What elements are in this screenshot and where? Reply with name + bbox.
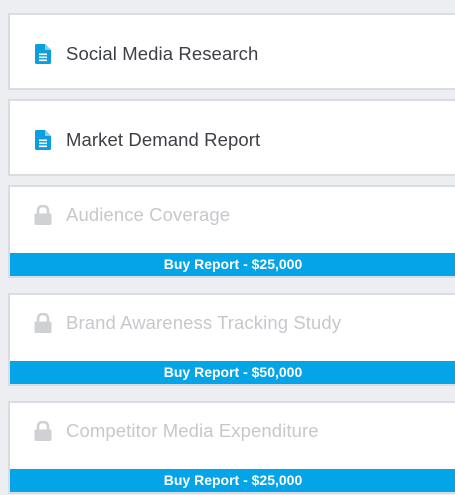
document-icon bbox=[34, 129, 52, 151]
lock-icon bbox=[34, 204, 52, 226]
buy-report-button[interactable]: Buy Report - $25,000 bbox=[10, 469, 455, 492]
report-title: Brand Awareness Tracking Study bbox=[66, 311, 342, 333]
report-title: Audience Coverage bbox=[66, 203, 231, 225]
buy-report-button[interactable]: Buy Report - $50,000 bbox=[10, 361, 455, 384]
report-card-competitor-media-expenditure: Competitor Media Expenditure Buy Report … bbox=[8, 401, 455, 494]
report-card-social-media-research[interactable]: Social Media Research bbox=[8, 13, 455, 90]
report-title: Competitor Media Expenditure bbox=[66, 419, 319, 441]
report-card-brand-awareness-tracking-study: Brand Awareness Tracking Study Buy Repor… bbox=[8, 293, 455, 386]
report-title: Market Demand Report bbox=[66, 128, 261, 150]
lock-icon bbox=[34, 312, 52, 334]
report-card-audience-coverage: Audience Coverage Buy Report - $25,000 bbox=[8, 185, 455, 278]
report-card-market-demand-report[interactable]: Market Demand Report bbox=[8, 99, 455, 176]
document-icon bbox=[34, 43, 52, 65]
report-title: Social Media Research bbox=[66, 42, 259, 64]
lock-icon bbox=[34, 420, 52, 442]
report-list: Social Media Research Market Demand Repo… bbox=[8, 0, 455, 495]
buy-report-button[interactable]: Buy Report - $25,000 bbox=[10, 253, 455, 276]
